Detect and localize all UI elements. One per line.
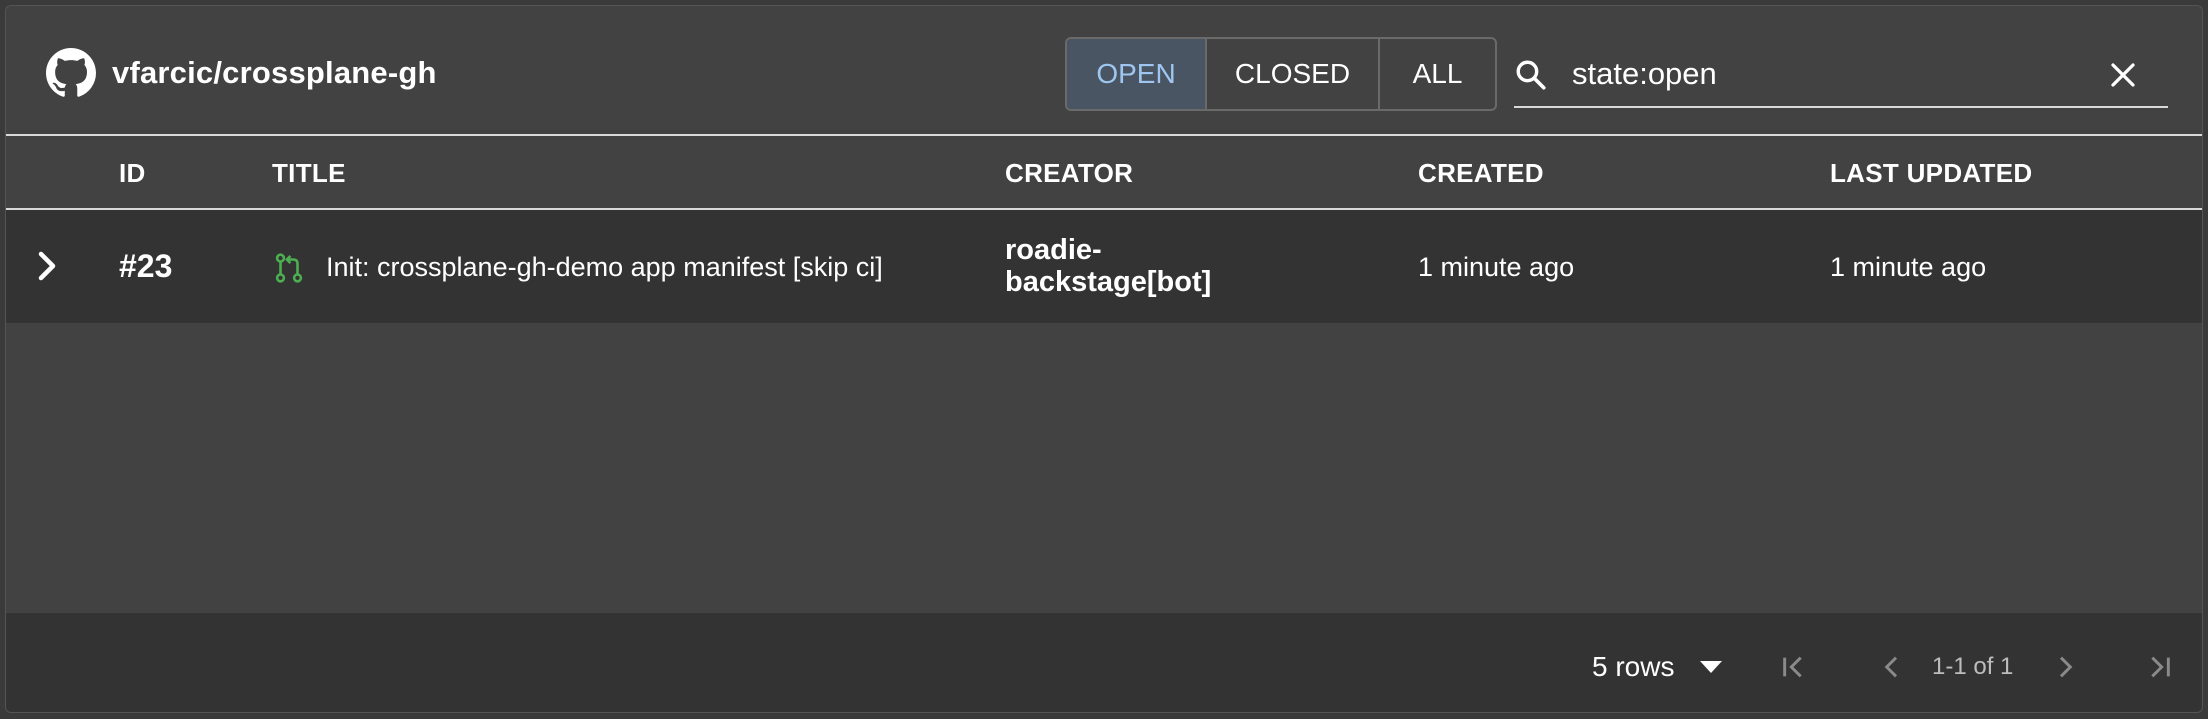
column-header-creator[interactable]: CREATOR xyxy=(1005,158,1133,189)
github-icon xyxy=(46,48,96,97)
rows-per-page-select[interactable]: 5 rows xyxy=(1592,647,1723,687)
filter-closed-button[interactable]: CLOSED xyxy=(1207,39,1380,109)
filter-open-button[interactable]: OPEN xyxy=(1067,39,1207,109)
repo-heading: vfarcic/crossplane-gh xyxy=(46,46,437,100)
page-range: 1-1 of 1 xyxy=(1932,653,2014,680)
search-icon xyxy=(1516,60,1546,90)
previous-page-icon[interactable] xyxy=(1876,651,1908,683)
state-filter-group: OPEN CLOSED ALL xyxy=(1065,37,1497,111)
table-header: ID TITLE CREATOR CREATED LAST UPDATED xyxy=(6,136,2202,210)
table-row[interactable]: #23 Init: crossplane-gh-demo app manifes… xyxy=(6,210,2202,323)
card-header: vfarcic/crossplane-gh OPEN CLOSED ALL xyxy=(6,6,2202,136)
caret-down-icon xyxy=(1700,661,1723,673)
row-id: #23 xyxy=(119,248,173,284)
repo-title: vfarcic/crossplane-gh xyxy=(112,55,437,90)
pull-request-icon xyxy=(275,253,303,283)
row-title-link[interactable]: Init: crossplane-gh-demo app manifest [s… xyxy=(326,252,883,283)
creator-line-1: roadie- xyxy=(1005,234,1102,266)
search-field xyxy=(1514,48,2168,108)
column-header-created[interactable]: CREATED xyxy=(1418,158,1544,189)
column-header-last-updated[interactable]: LAST UPDATED xyxy=(1830,158,2032,189)
row-created: 1 minute ago xyxy=(1418,252,1575,282)
rows-per-page-label: 5 rows xyxy=(1592,651,1675,682)
table-empty-area xyxy=(6,323,2202,613)
column-header-title[interactable]: TITLE xyxy=(272,158,346,189)
row-creator: roadie- backstage[bot] xyxy=(1005,234,1265,298)
filter-all-button[interactable]: ALL xyxy=(1380,39,1495,109)
creator-line-2: backstage[bot] xyxy=(1005,266,1212,298)
column-header-id[interactable]: ID xyxy=(119,158,146,189)
chevron-right-icon[interactable] xyxy=(32,248,62,284)
pull-requests-card: vfarcic/crossplane-gh OPEN CLOSED ALL ID… xyxy=(5,5,2203,713)
next-page-icon[interactable] xyxy=(2049,651,2081,683)
last-page-icon[interactable] xyxy=(2143,651,2175,683)
close-icon[interactable] xyxy=(2108,60,2138,90)
row-last-updated: 1 minute ago xyxy=(1830,252,1987,282)
first-page-icon[interactable] xyxy=(1778,651,1810,683)
pagination-bar: 5 rows 1-1 of 1 xyxy=(6,613,2202,712)
search-input[interactable] xyxy=(1572,54,2092,94)
